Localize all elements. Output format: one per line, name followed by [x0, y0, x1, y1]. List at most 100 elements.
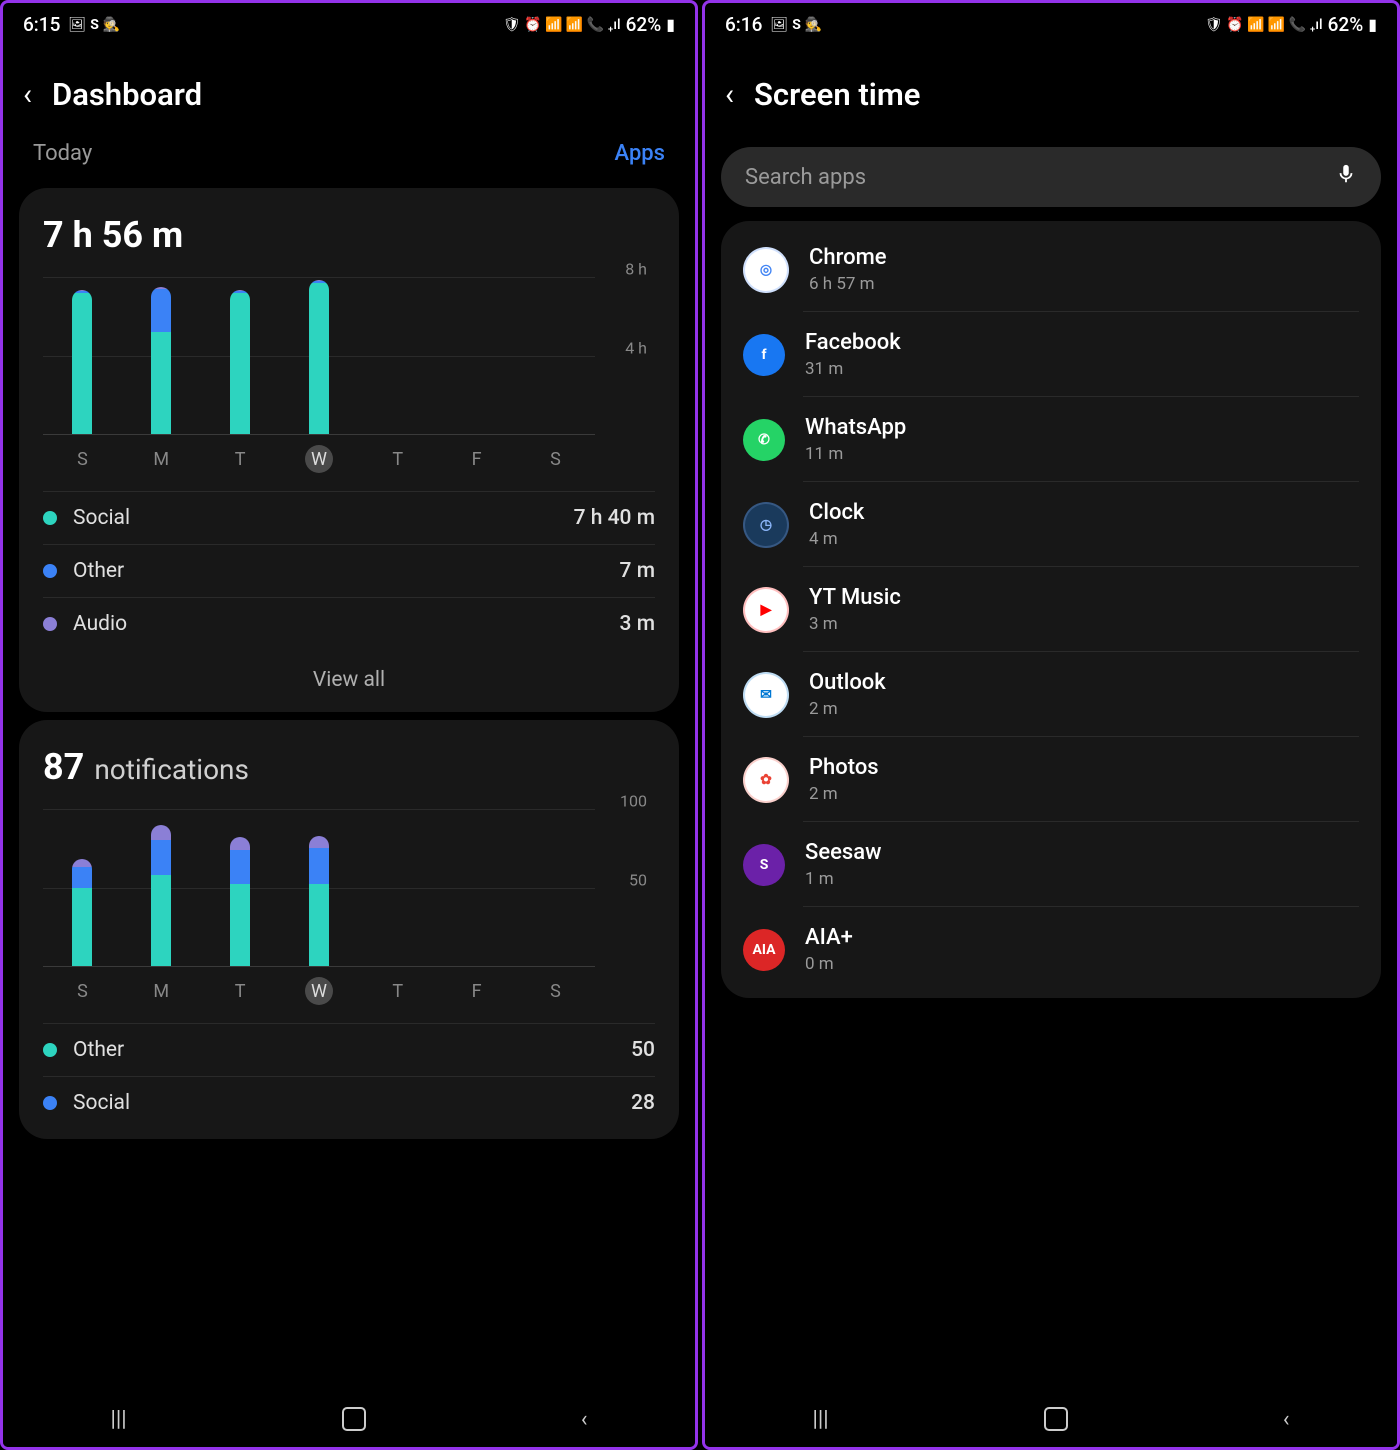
- x-axis-label[interactable]: W: [305, 445, 333, 473]
- app-name: AIA+: [805, 925, 853, 950]
- nav-bar: ||| ‹: [705, 1391, 1397, 1447]
- notification-label: notifications: [94, 753, 249, 786]
- legend-row[interactable]: Other 7 m: [43, 545, 655, 598]
- search-input[interactable]: Search apps: [721, 147, 1381, 207]
- app-row[interactable]: ✉ Outlook 2 m: [721, 652, 1381, 737]
- legend-dot: [43, 1096, 57, 1110]
- dashboard-screen: 6:15 🖼 S 🕵 🛡 ⏰ 📶 📶 📞 ₊ıl 62% ▮ ‹ Dashboa…: [0, 0, 698, 1450]
- recents-button[interactable]: |||: [813, 1407, 829, 1432]
- notifications-card[interactable]: 87 notifications 50 100 S M T W T F S Other 50 S…: [19, 720, 679, 1139]
- x-axis-label[interactable]: T: [226, 445, 254, 473]
- recents-button[interactable]: |||: [111, 1407, 127, 1432]
- app-time: 0 m: [805, 954, 853, 974]
- battery-icon: ▮: [1368, 15, 1377, 34]
- legend-row[interactable]: Other 50: [43, 1024, 655, 1077]
- app-time: 31 m: [805, 359, 901, 379]
- x-axis-label[interactable]: F: [463, 445, 491, 473]
- legend-value: 3 m: [620, 612, 655, 636]
- app-name: Photos: [809, 755, 879, 780]
- app-name: Outlook: [809, 670, 886, 695]
- legend-dot: [43, 1043, 57, 1057]
- legend-value: 28: [631, 1091, 655, 1115]
- page-title: Dashboard: [52, 76, 202, 113]
- view-all-button[interactable]: View all: [43, 650, 655, 702]
- app-row[interactable]: S Seesaw 1 m: [721, 822, 1381, 907]
- x-axis-label[interactable]: F: [463, 977, 491, 1005]
- screen-time-total: 7 h 56 m: [43, 214, 655, 256]
- chart-bar[interactable]: [309, 280, 329, 434]
- legend-row[interactable]: Social 7 h 40 m: [43, 492, 655, 545]
- x-axis-label[interactable]: M: [147, 977, 175, 1005]
- chart-bar[interactable]: [151, 287, 171, 434]
- screen-time-screen: 6:16 🖼 S 🕵 🛡 ⏰ 📶 📶 📞 ₊ıl 62% ▮ ‹ Screen …: [702, 0, 1400, 1450]
- app-icon: ◷: [743, 502, 789, 548]
- x-axis-label[interactable]: W: [305, 977, 333, 1005]
- status-time: 6:16: [725, 13, 762, 36]
- legend-dot: [43, 617, 57, 631]
- screen-time-legend: Social 7 h 40 m Other 7 m Audio 3 m: [43, 491, 655, 650]
- y-axis-label: 100: [620, 792, 647, 811]
- x-axis-label[interactable]: T: [384, 977, 412, 1005]
- app-row[interactable]: ◷ Clock 4 m: [721, 482, 1381, 567]
- search-placeholder: Search apps: [745, 165, 866, 190]
- app-time: 1 m: [805, 869, 881, 889]
- chart-bar[interactable]: [309, 836, 329, 966]
- home-button[interactable]: [342, 1407, 366, 1431]
- status-right-icons: 🛡 ⏰ 📶 📶 📞 ₊ıl: [1205, 17, 1323, 33]
- status-left-icons: 🖼 S 🕵: [770, 17, 822, 33]
- x-axis-label[interactable]: M: [147, 445, 175, 473]
- app-row[interactable]: f Facebook 31 m: [721, 312, 1381, 397]
- status-bar: 6:16 🖼 S 🕵 🛡 ⏰ 📶 📶 📞 ₊ıl 62% ▮: [705, 3, 1397, 42]
- legend-name: Other: [73, 559, 620, 583]
- y-axis-label: 50: [629, 870, 647, 889]
- status-left-icons: 🖼 S 🕵: [68, 17, 120, 33]
- app-icon: f: [743, 334, 785, 376]
- screen-time-card[interactable]: 7 h 56 m 4 h 8 h S M T W T F S Social 7 h 40 m O…: [19, 188, 679, 712]
- chart-bar[interactable]: [72, 859, 92, 966]
- chart-bar[interactable]: [230, 837, 250, 966]
- app-row[interactable]: AIA AIA+ 0 m: [721, 907, 1381, 992]
- chart-bar[interactable]: [230, 290, 250, 434]
- app-name: Clock: [809, 500, 864, 525]
- sub-header: Today Apps: [3, 141, 695, 180]
- x-axis-label[interactable]: S: [541, 445, 569, 473]
- home-button[interactable]: [1044, 1407, 1068, 1431]
- legend-name: Audio: [73, 612, 620, 636]
- apps-filter-button[interactable]: Apps: [615, 141, 665, 166]
- app-name: YT Music: [809, 585, 901, 610]
- header: ‹ Dashboard: [3, 42, 695, 141]
- y-axis-label: 8 h: [625, 260, 647, 279]
- legend-value: 50: [631, 1038, 655, 1062]
- app-icon: S: [743, 844, 785, 886]
- mic-icon[interactable]: [1335, 163, 1357, 191]
- legend-dot: [43, 564, 57, 578]
- app-name: Chrome: [809, 245, 887, 270]
- back-nav-button[interactable]: ‹: [1283, 1407, 1290, 1432]
- x-axis-label[interactable]: T: [384, 445, 412, 473]
- app-row[interactable]: ✆ WhatsApp 11 m: [721, 397, 1381, 482]
- status-bar: 6:15 🖼 S 🕵 🛡 ⏰ 📶 📶 📞 ₊ıl 62% ▮: [3, 3, 695, 42]
- legend-value: 7 h 40 m: [574, 506, 655, 530]
- app-row[interactable]: ✿ Photos 2 m: [721, 737, 1381, 822]
- app-icon: AIA: [743, 929, 785, 971]
- y-axis-label: 4 h: [625, 338, 647, 357]
- notification-count: 87: [43, 746, 84, 788]
- app-row[interactable]: ▶ YT Music 3 m: [721, 567, 1381, 652]
- legend-row[interactable]: Audio 3 m: [43, 598, 655, 650]
- back-button[interactable]: ‹: [23, 77, 32, 112]
- legend-row[interactable]: Social 28: [43, 1077, 655, 1129]
- back-button[interactable]: ‹: [725, 77, 734, 112]
- chart-bar[interactable]: [72, 290, 92, 434]
- page-title: Screen time: [754, 76, 920, 113]
- chart-bar[interactable]: [151, 825, 171, 966]
- notifications-chart: 50100SMTWTFS: [43, 810, 655, 1005]
- app-time: 2 m: [809, 784, 879, 804]
- back-nav-button[interactable]: ‹: [581, 1407, 588, 1432]
- x-axis-label[interactable]: S: [541, 977, 569, 1005]
- app-icon: ✿: [743, 757, 789, 803]
- x-axis-label[interactable]: S: [68, 445, 96, 473]
- app-row[interactable]: ◎ Chrome 6 h 57 m: [721, 227, 1381, 312]
- app-name: WhatsApp: [805, 415, 906, 440]
- x-axis-label[interactable]: S: [68, 977, 96, 1005]
- x-axis-label[interactable]: T: [226, 977, 254, 1005]
